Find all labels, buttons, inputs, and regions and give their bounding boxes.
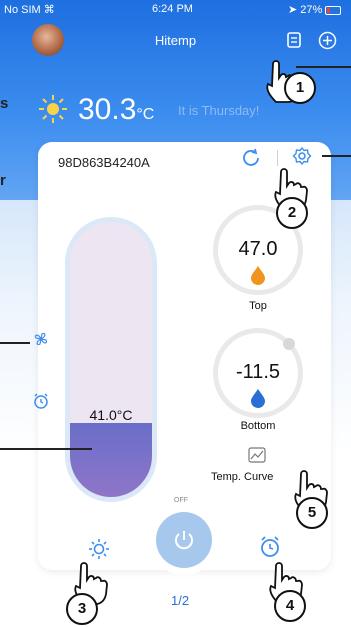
temp-curve-link[interactable]: Temp. Curve — [211, 471, 273, 483]
power-icon — [175, 531, 193, 550]
edit-icon[interactable] — [285, 31, 303, 53]
tank-gauge — [70, 222, 152, 497]
hot-drop-icon — [250, 265, 266, 290]
device-id: 98D863B4240A — [58, 155, 150, 170]
wifi-icon: ⌘ — [43, 4, 55, 16]
bottom-temperature-value: -11.5 — [235, 361, 281, 383]
sun-icon — [38, 94, 68, 129]
power-state: OFF — [174, 497, 188, 504]
status-battery: ➤ 27% — [288, 3, 342, 16]
tank-temperature: 41.0°C — [89, 407, 133, 423]
side-alarm-icon[interactable] — [32, 392, 50, 413]
annotation-5: 5 — [296, 497, 328, 529]
current-temperature: 30.3°C — [78, 93, 155, 126]
status-time: 6:24 PM — [152, 3, 193, 15]
page-indicator: 1/2 — [171, 593, 190, 608]
battery-icon — [325, 5, 342, 15]
weather-message: It is Thursday! — [178, 103, 260, 118]
power-button[interactable] — [156, 512, 212, 568]
add-icon[interactable] — [318, 31, 337, 54]
chart-icon[interactable] — [248, 447, 266, 468]
margin-text-top: s — [0, 95, 9, 112]
refresh-icon[interactable] — [241, 147, 261, 172]
callout-line-1 — [296, 66, 351, 68]
annotation-3: 3 — [66, 593, 98, 625]
temperature-unit: °C — [136, 106, 155, 123]
top-label: Top — [249, 300, 267, 312]
cold-drop-icon — [250, 388, 266, 413]
annotation-2: 2 — [276, 197, 308, 229]
callout-line-tank — [0, 448, 92, 450]
gauge-knob — [283, 338, 295, 350]
annotation-4: 4 — [274, 590, 306, 622]
bottom-label: Bottom — [240, 420, 276, 432]
toolbar-divider — [277, 150, 278, 166]
tank-fill-level — [70, 422, 152, 497]
margin-text-mid: r — [0, 172, 6, 189]
top-temperature-value: 47.0 — [238, 238, 278, 260]
callout-line-fan — [0, 342, 30, 344]
callout-line-2 — [322, 155, 351, 157]
annotation-1: 1 — [284, 72, 316, 104]
status-carrier: No SIM ⌘ — [4, 4, 55, 16]
fan-icon[interactable] — [32, 330, 50, 351]
location-icon: ➤ — [288, 4, 298, 16]
